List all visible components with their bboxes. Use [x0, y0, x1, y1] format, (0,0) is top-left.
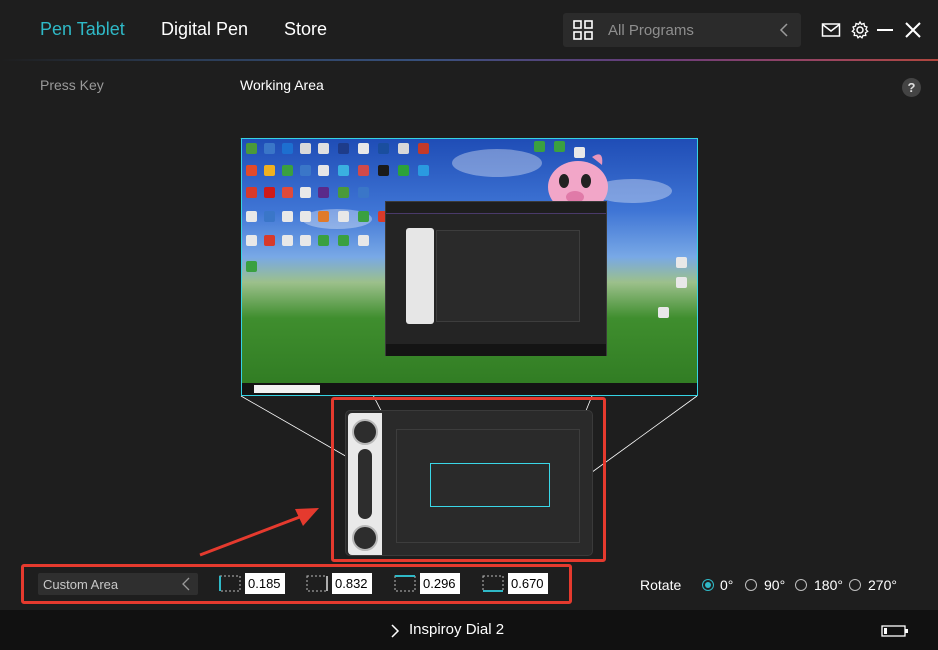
desktop-icon — [264, 165, 275, 176]
section-working-area[interactable]: Working Area — [240, 77, 324, 93]
rotate-270-label: 270° — [868, 577, 897, 593]
chevron-left-icon[interactable] — [777, 21, 791, 39]
desktop-icon — [418, 165, 429, 176]
chevron-right-icon[interactable] — [390, 624, 400, 638]
desktop-icon — [300, 211, 311, 222]
desktop-icon — [318, 143, 329, 154]
desktop-icon — [300, 187, 311, 198]
rotate-90-label: 90° — [764, 577, 786, 593]
desktop-icon — [246, 235, 257, 246]
chevron-left-icon — [182, 577, 190, 591]
desktop-icon — [318, 211, 329, 222]
taskbar — [242, 383, 697, 395]
area-left-icon — [219, 575, 241, 592]
area-top-input[interactable] — [420, 573, 460, 594]
program-selector[interactable]: All Programs — [563, 13, 801, 47]
tablet-dial-top — [352, 419, 378, 445]
desktop-icon — [282, 187, 293, 198]
gear-icon[interactable] — [850, 20, 870, 40]
tablet-mapped-area[interactable] — [430, 463, 550, 507]
desktop-icon — [358, 211, 369, 222]
desktop-icon — [338, 187, 349, 198]
rotate-180-label: 180° — [814, 577, 843, 593]
tab-digital-pen[interactable]: Digital Pen — [161, 19, 248, 40]
desktop-icon — [358, 235, 369, 246]
desktop-icon — [398, 165, 409, 176]
program-selector-text: All Programs — [608, 22, 694, 39]
desktop-icon — [658, 307, 669, 318]
desktop-icon — [264, 235, 275, 246]
area-right-input[interactable] — [332, 573, 372, 594]
rotate-0-radio[interactable] — [702, 579, 714, 591]
desktop-icon — [676, 277, 687, 288]
close-icon[interactable] — [903, 20, 923, 40]
area-bottom-input[interactable] — [508, 573, 548, 594]
desktop-icon — [264, 143, 275, 154]
rotate-0-label: 0° — [720, 577, 734, 593]
mail-icon[interactable] — [821, 20, 841, 40]
desktop-icon — [246, 187, 257, 198]
tablet-keys — [358, 449, 372, 519]
minimize-icon[interactable] — [875, 20, 895, 40]
top-bar: Pen Tablet Digital Pen Store All Program… — [0, 0, 938, 60]
battery-icon — [881, 625, 908, 637]
desktop-icon — [378, 165, 389, 176]
desktop-icon — [318, 187, 329, 198]
desktop-icon — [246, 165, 257, 176]
area-mode-value: Custom Area — [43, 577, 119, 592]
desktop-icon — [300, 143, 311, 154]
annotation-arrow — [199, 508, 319, 557]
rotate-180-radio[interactable] — [795, 579, 807, 591]
rotate-90-radio[interactable] — [745, 579, 757, 591]
screen-preview — [241, 138, 698, 396]
tablet-dial-bottom — [352, 525, 378, 551]
area-bottom-icon — [482, 575, 504, 592]
desktop-icon — [300, 165, 311, 176]
desktop-icon — [264, 211, 275, 222]
area-top-icon — [394, 575, 416, 592]
desktop-icon — [358, 187, 369, 198]
desktop-icon — [282, 143, 293, 154]
desktop-icon — [282, 211, 293, 222]
desktop-icon — [318, 235, 329, 246]
rotate-label: Rotate — [640, 577, 682, 593]
mini-app-preview — [385, 201, 607, 356]
desktop-icon — [338, 165, 349, 176]
tablet-keypad-side — [348, 413, 382, 555]
rotate-270-radio[interactable] — [849, 579, 861, 591]
tab-pen-tablet[interactable]: Pen Tablet — [40, 19, 125, 40]
desktop-icon — [338, 235, 349, 246]
device-name[interactable]: Inspiroy Dial 2 — [409, 621, 504, 638]
footer-bar: Inspiroy Dial 2 — [0, 610, 938, 650]
desktop-icon — [358, 165, 369, 176]
desktop-icon — [246, 143, 257, 154]
desktop-icon — [418, 143, 429, 154]
desktop-icon — [398, 143, 409, 154]
desktop-icon — [676, 257, 687, 268]
desktop-icon — [246, 261, 257, 272]
grid-icon — [573, 20, 593, 40]
desktop-icon — [338, 211, 349, 222]
desktop-icon — [282, 235, 293, 246]
header-divider — [0, 59, 938, 61]
desktop-icon — [264, 187, 275, 198]
desktop-icon — [246, 211, 257, 222]
desktop-icon — [300, 235, 311, 246]
area-right-icon — [306, 575, 328, 592]
desktop-icon — [318, 165, 329, 176]
area-left-input[interactable] — [245, 573, 285, 594]
section-press-key[interactable]: Press Key — [40, 77, 104, 93]
area-mode-select[interactable]: Custom Area — [38, 573, 198, 595]
tab-store[interactable]: Store — [284, 19, 327, 40]
help-icon[interactable]: ? — [902, 78, 921, 97]
desktop-icon — [378, 143, 389, 154]
tablet-preview — [345, 410, 593, 556]
desktop-icon — [338, 143, 349, 154]
desktop-icon — [282, 165, 293, 176]
desktop-icon — [358, 143, 369, 154]
